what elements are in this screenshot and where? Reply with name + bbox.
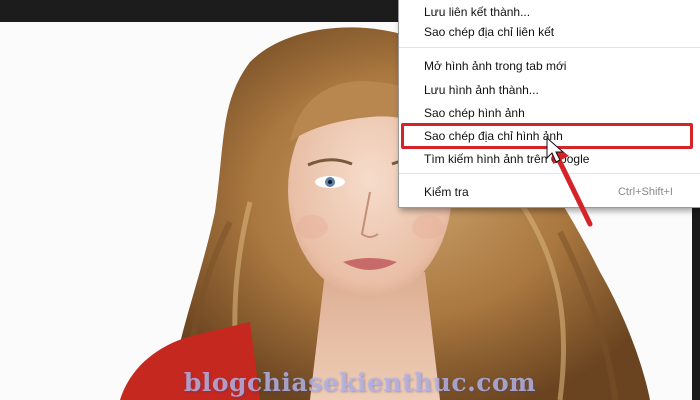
watermark-text: blogchiasekienthuc.com: [183, 368, 537, 397]
arrow-annotation-icon: [546, 136, 593, 227]
menu-item-label: Kiểm tra: [424, 185, 469, 199]
menu-separator: [399, 47, 700, 48]
menu-item-save-image-as[interactable]: Lưu hình ảnh thành...: [399, 79, 700, 101]
menu-item-label: Lưu hình ảnh thành...: [424, 83, 539, 97]
menu-item-copy-link-address[interactable]: Sao chép địa chỉ liên kết: [399, 21, 700, 43]
menu-item-label: Sao chép địa chỉ liên kết: [424, 25, 555, 39]
menu-item-save-link-as[interactable]: Lưu liên kết thành...: [399, 1, 700, 23]
menu-item-copy-image[interactable]: Sao chép hình ảnh: [399, 102, 700, 124]
menu-item-label: Lưu liên kết thành...: [424, 5, 531, 19]
shortcut-hint: Ctrl+Shift+I: [617, 186, 673, 198]
menu-item-open-image-new-tab[interactable]: Mở hình ảnh trong tab mới: [399, 55, 700, 77]
menu-item-label: Sao chép hình ảnh: [424, 106, 525, 120]
menu-item-label: Mở hình ảnh trong tab mới: [424, 59, 567, 73]
